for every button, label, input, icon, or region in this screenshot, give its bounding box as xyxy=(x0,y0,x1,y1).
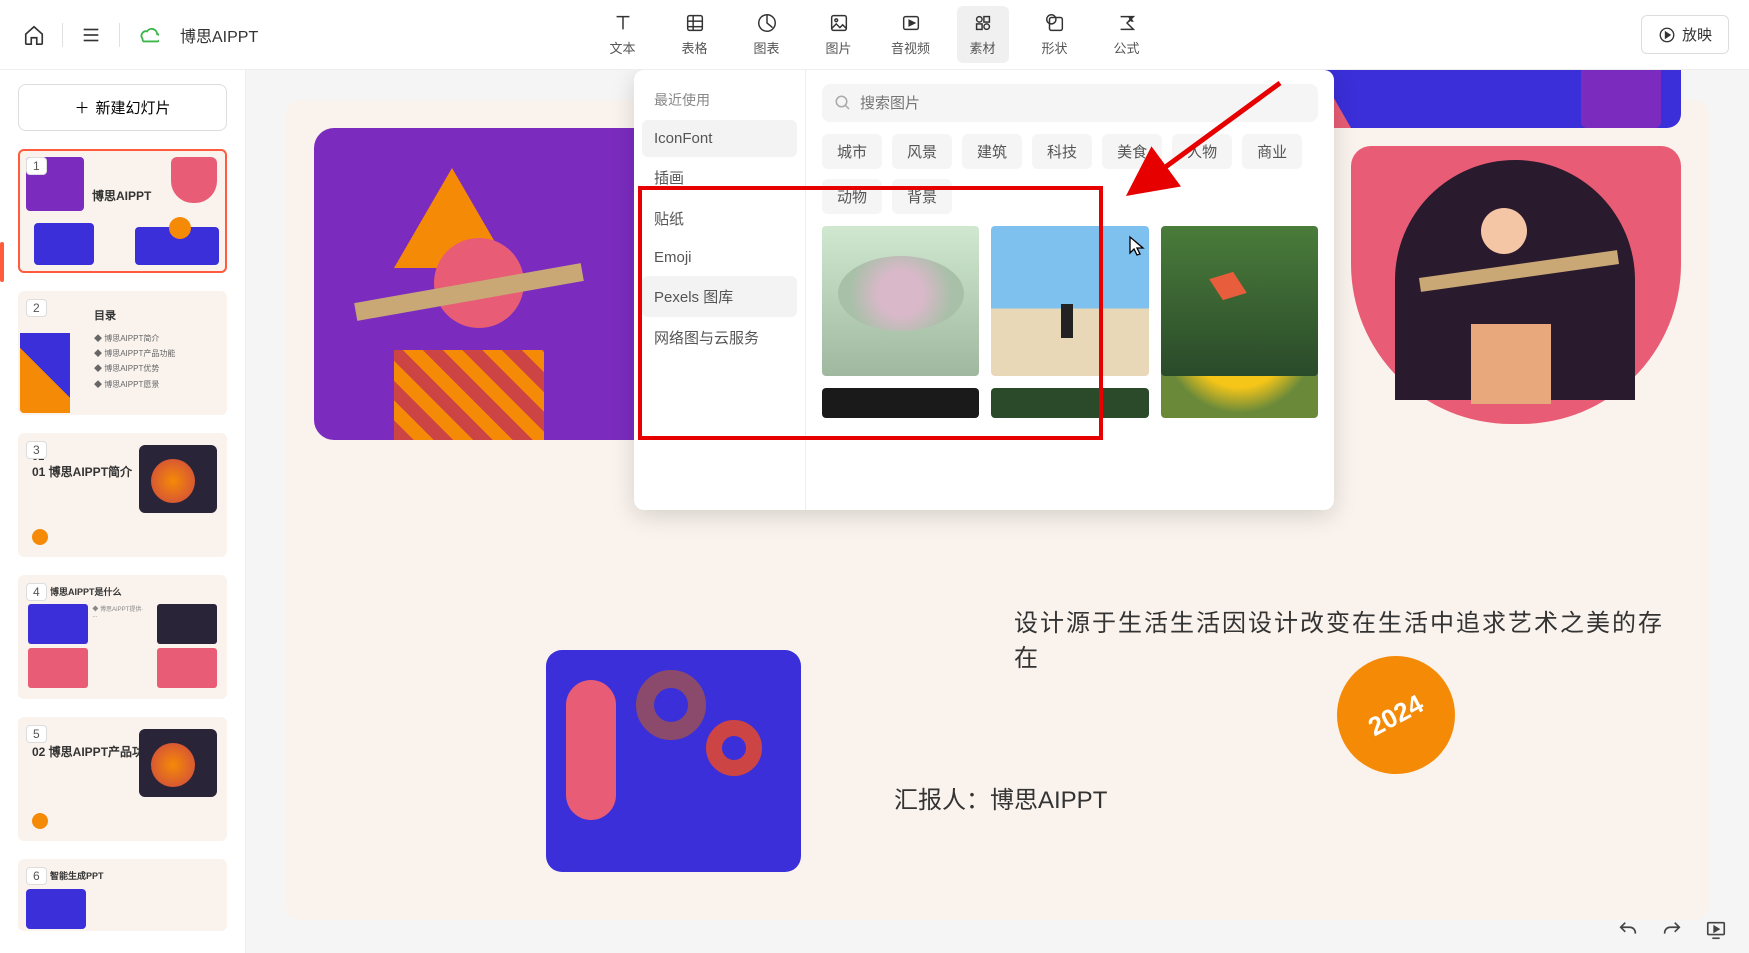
tag-list: 城市 风景 建筑 科技 美食 人物 商业 动物 背景 xyxy=(822,134,1318,214)
tag-animal[interactable]: 动物 xyxy=(822,179,882,214)
tag-people[interactable]: 人物 xyxy=(1172,134,1232,169)
dropdown-item-emoji[interactable]: Emoji xyxy=(642,239,797,276)
dropdown-category-list: 最近使用 IconFont 插画 贴纸 Emoji Pexels 图库 网络图与… xyxy=(634,70,806,510)
divider xyxy=(119,23,120,47)
tag-food[interactable]: 美食 xyxy=(1102,134,1162,169)
presenter-line[interactable]: 汇报人：博思AIPPT xyxy=(894,780,1107,815)
tag-business[interactable]: 商业 xyxy=(1242,134,1302,169)
image-result[interactable] xyxy=(1161,226,1318,376)
tool-media[interactable]: 音视频 xyxy=(885,6,937,63)
dropdown-item-sticker[interactable]: 贴纸 xyxy=(642,198,797,239)
image-result[interactable] xyxy=(822,388,979,418)
slide-thumb-2[interactable]: 2 目录 ◆ 博思AIPPT简介◆ 博思AIPPT产品功能◆ 博思AIPPT优势… xyxy=(18,291,227,415)
decorative-blue-box xyxy=(546,650,801,872)
tool-shape[interactable]: 形状 xyxy=(1029,6,1081,63)
menu-icon[interactable] xyxy=(77,21,105,49)
tool-chart[interactable]: 图表 xyxy=(741,6,793,63)
document-title[interactable]: 博思AIPPT xyxy=(180,23,258,47)
dropdown-item-network[interactable]: 网络图与云服务 xyxy=(642,317,797,358)
slide-subtitle[interactable]: 设计源于生活生活因设计改变在生活中追求艺术之美的存在 xyxy=(1014,603,1681,673)
toolbar: 文本 表格 图表 图片 音视频 素材 形状 x 公式 xyxy=(597,6,1153,63)
tag-city[interactable]: 城市 xyxy=(822,134,882,169)
tool-table[interactable]: 表格 xyxy=(669,6,721,63)
slide-thumb-1[interactable]: 1 博思AIPPT xyxy=(18,149,227,273)
topbar: 博思AIPPT 文本 表格 图表 图片 音视频 素材 形状 xyxy=(0,0,1749,70)
tool-image[interactable]: 图片 xyxy=(813,6,865,63)
undo-icon[interactable] xyxy=(1615,917,1641,943)
slide-indicator xyxy=(0,242,4,282)
top-left-group: 博思AIPPT xyxy=(20,21,258,49)
play-button[interactable]: 放映 xyxy=(1641,15,1729,54)
image-results xyxy=(822,226,1318,418)
tool-material[interactable]: 素材 xyxy=(957,6,1009,63)
tool-formula[interactable]: x 公式 xyxy=(1101,6,1153,63)
dropdown-content: 城市 风景 建筑 科技 美食 人物 商业 动物 背景 xyxy=(806,70,1334,510)
dropdown-item-illustration[interactable]: 插画 xyxy=(642,157,797,198)
slide-thumb-5[interactable]: 5 02 02 博思AIPPT产品功能 xyxy=(18,717,227,841)
search-icon xyxy=(834,94,852,112)
divider xyxy=(62,23,63,47)
image-result[interactable] xyxy=(822,226,979,376)
canvas-area[interactable]: 设计源于生活生活因设计改变在生活中追求艺术之美的存在 汇报人：博思AIPPT 2… xyxy=(246,70,1749,953)
slide-thumbnails: 1 博思AIPPT 2 目录 ◆ 博思AIPPT简介◆ 博思AIPPT产品功能◆… xyxy=(18,149,227,931)
decorative-purple-card xyxy=(314,128,659,440)
decorative-pink-card xyxy=(1351,146,1681,424)
redo-icon[interactable] xyxy=(1659,917,1685,943)
tag-architecture[interactable]: 建筑 xyxy=(962,134,1022,169)
slide-thumb-4[interactable]: 4 博思AIPPT是什么 ◆ 博思AIPPT提供·... xyxy=(18,575,227,699)
home-icon[interactable] xyxy=(20,21,48,49)
dropdown-item-iconfont[interactable]: IconFont xyxy=(642,120,797,157)
present-icon[interactable] xyxy=(1703,917,1729,943)
new-slide-button[interactable]: ＋ 新建幻灯片 xyxy=(18,84,227,131)
image-result[interactable] xyxy=(991,226,1148,376)
tag-background[interactable]: 背景 xyxy=(892,179,952,214)
tool-text[interactable]: 文本 xyxy=(597,6,649,63)
search-input[interactable] xyxy=(860,95,1306,112)
bottom-toolbar xyxy=(1615,917,1729,943)
svg-text:x: x xyxy=(1128,14,1132,23)
cloud-sync-icon[interactable] xyxy=(134,21,162,49)
search-input-wrap[interactable] xyxy=(822,84,1318,122)
tag-scenery[interactable]: 风景 xyxy=(892,134,952,169)
dropdown-section-label: 最近使用 xyxy=(642,80,797,120)
image-result[interactable] xyxy=(991,388,1148,418)
material-dropdown: 最近使用 IconFont 插画 贴纸 Emoji Pexels 图库 网络图与… xyxy=(634,70,1334,510)
plus-icon: ＋ xyxy=(74,97,89,118)
year-badge[interactable]: 2024 xyxy=(1337,656,1455,774)
dropdown-item-pexels[interactable]: Pexels 图库 xyxy=(642,276,797,317)
slide-thumb-6[interactable]: 6 智能生成PPT xyxy=(18,859,227,931)
slide-thumb-3[interactable]: 3 01 01 博思AIPPT简介 xyxy=(18,433,227,557)
tag-tech[interactable]: 科技 xyxy=(1032,134,1092,169)
slide-panel: ＋ 新建幻灯片 1 博思AIPPT 2 目录 xyxy=(0,70,246,953)
top-right-group: 放映 xyxy=(1641,15,1729,54)
